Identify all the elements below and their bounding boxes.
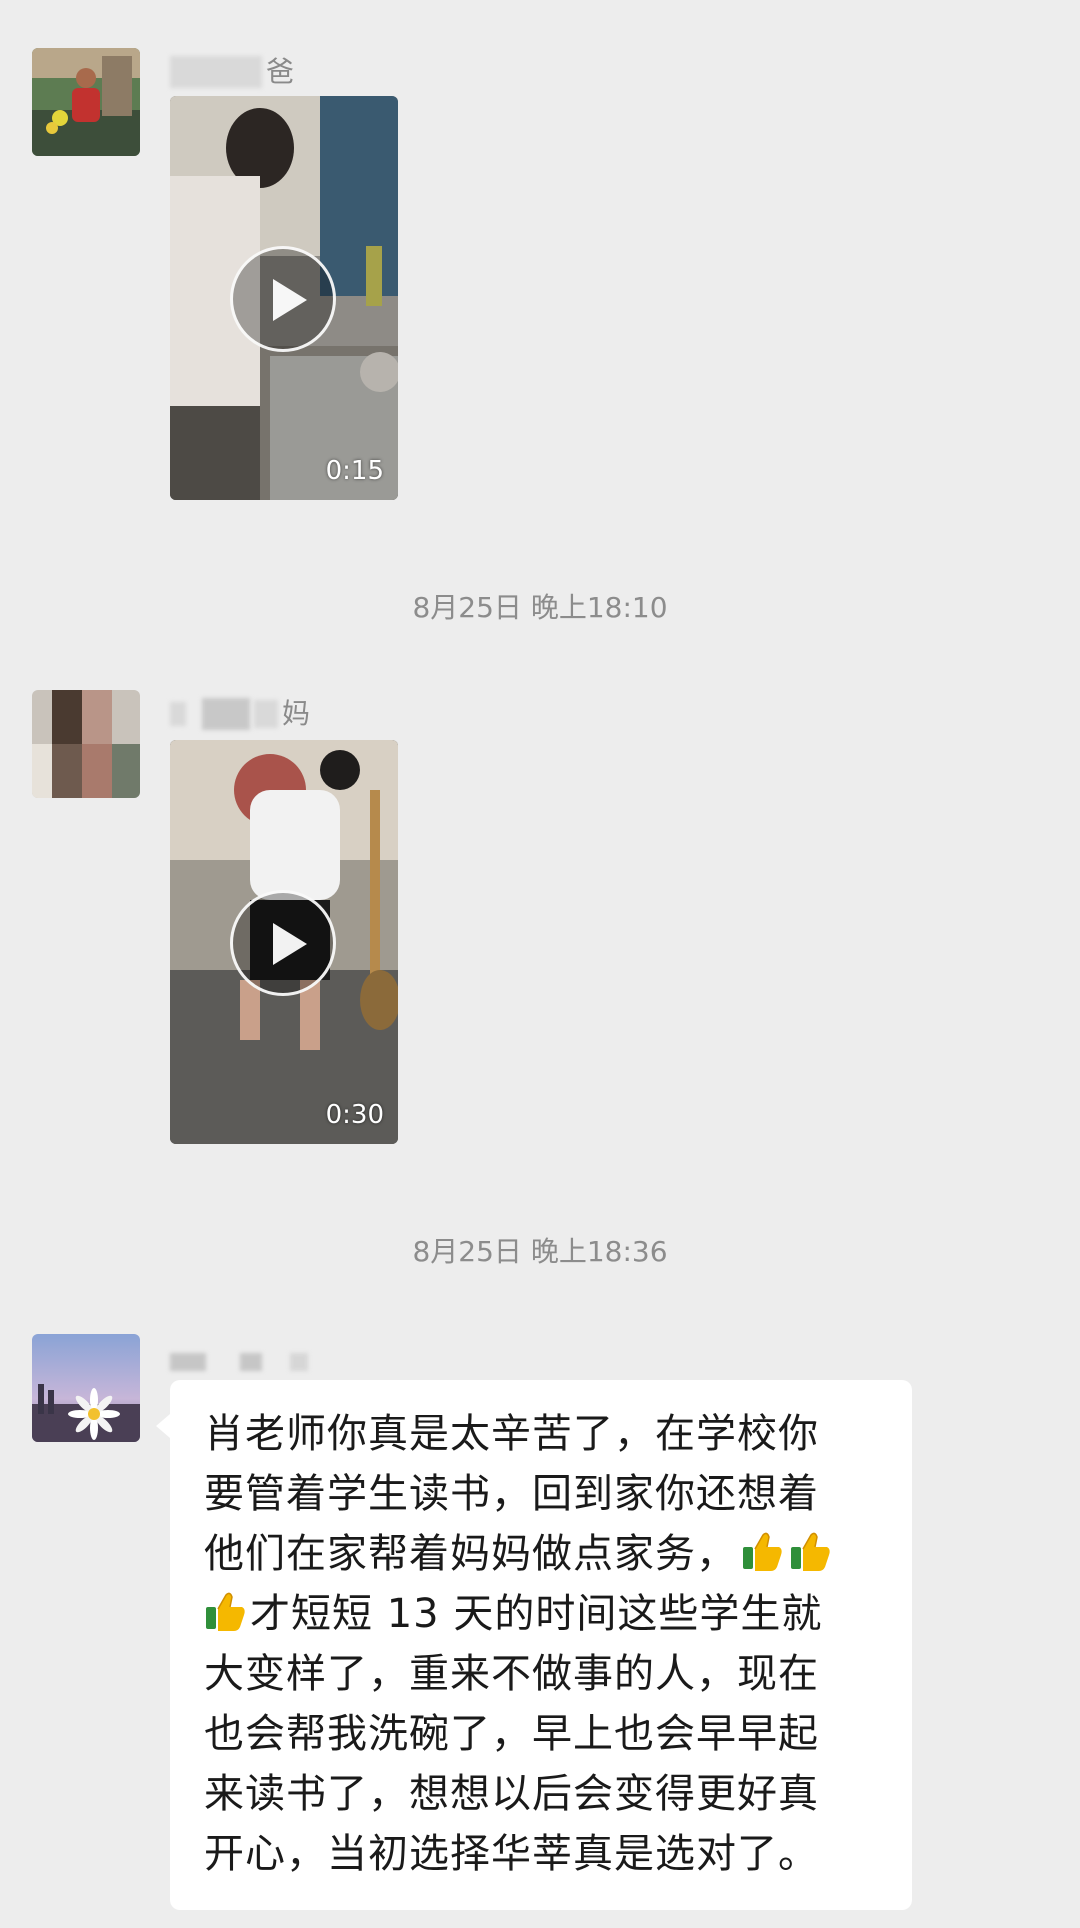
avatar-dad-image	[32, 48, 140, 156]
sender-name-dad: 爸	[170, 54, 294, 90]
timestamp-divider: 8月25日 晚上18:36	[412, 1235, 668, 1268]
play-icon[interactable]	[230, 890, 336, 996]
thumbs-up-emoji-icon	[743, 1532, 782, 1571]
message-text-segment: 他们在家帮着妈妈做点家务，	[204, 1531, 737, 1577]
message-text-line: 来读书了，想想以后会变得更好真	[204, 1771, 819, 1817]
sender-suffix: 妈	[282, 697, 311, 730]
message-text-line: 也会帮我洗碗了，早上也会早早起	[204, 1711, 819, 1757]
thumbs-up-emoji-icon	[791, 1532, 830, 1571]
message-text-line-with-emoji: 才短短 13 天的时间这些学生就	[204, 1584, 884, 1644]
chat-window: 爸 0:15 8月25日 晚上18:10 妈 0:30 8月25日 晚上18:3…	[0, 0, 1080, 1928]
redacted-name-block	[170, 702, 186, 726]
redacted-name-block	[240, 1353, 262, 1371]
message-text-line: 开心，当初选择华莘真是选对了。	[204, 1831, 819, 1877]
message-text-line: 肖老师你真是太辛苦了，在学校你	[204, 1411, 819, 1457]
avatar-mom[interactable]	[32, 690, 140, 798]
text-message-bubble[interactable]: 肖老师你真是太辛苦了，在学校你 要管着学生读书，回到家你还想着 他们在家帮着妈妈…	[156, 1380, 912, 1910]
message-text-segment: 才短短 13 天的时间这些学生就	[250, 1591, 823, 1637]
sender-suffix: 爸	[266, 55, 295, 88]
thumbs-up-emoji-icon	[206, 1592, 245, 1631]
message-text-line: 要管着学生读书，回到家你还想着	[204, 1471, 819, 1517]
timestamp-divider: 8月25日 晚上18:10	[412, 591, 668, 624]
redacted-name-block	[254, 700, 278, 728]
play-icon[interactable]	[230, 246, 336, 352]
avatar-mom-image	[32, 690, 140, 798]
redacted-name-block	[170, 1353, 206, 1371]
sender-name-mom: 妈	[170, 696, 310, 732]
avatar-parent-image	[32, 1334, 140, 1442]
redacted-name-block	[290, 1353, 308, 1371]
video-duration: 0:30	[325, 1100, 384, 1130]
video-message-1[interactable]: 0:15	[170, 96, 398, 500]
message-text-line: 大变样了，重来不做事的人，现在	[204, 1651, 819, 1697]
redacted-name-block	[170, 56, 262, 88]
redacted-name-block	[202, 698, 250, 730]
message-text-line-with-emoji: 他们在家帮着妈妈做点家务，	[204, 1524, 884, 1584]
avatar-parent[interactable]	[32, 1334, 140, 1442]
sender-name-parent	[170, 1344, 312, 1380]
video-duration: 0:15	[325, 456, 384, 486]
avatar-dad[interactable]	[32, 48, 140, 156]
video-message-2[interactable]: 0:30	[170, 740, 398, 1144]
